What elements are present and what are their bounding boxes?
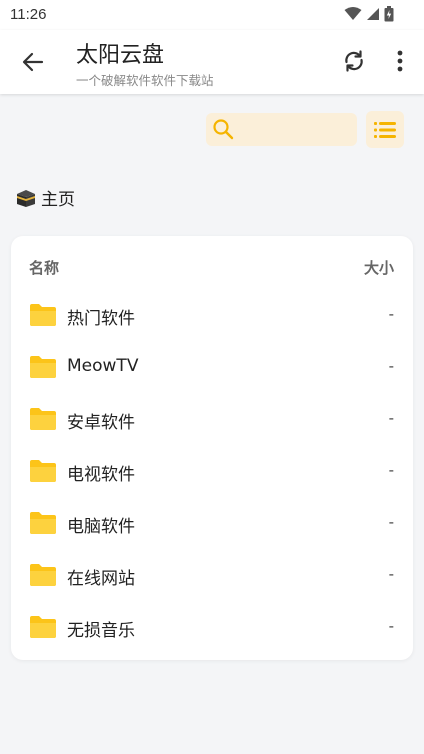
refresh-button[interactable] xyxy=(338,44,370,78)
folder-icon xyxy=(30,512,56,534)
file-size: - xyxy=(388,461,394,479)
battery-icon xyxy=(384,6,394,22)
app-title: 太阳云盘 xyxy=(76,43,165,68)
file-name: 在线网站 xyxy=(67,569,135,589)
back-button[interactable] xyxy=(14,44,52,80)
more-options-button[interactable] xyxy=(386,44,414,78)
more-vertical-icon xyxy=(397,50,403,72)
refresh-icon xyxy=(345,50,363,72)
file-size: - xyxy=(388,357,394,375)
signal-icon xyxy=(367,8,379,20)
status-time: 11:26 xyxy=(10,6,47,23)
status-bar: 11:26 xyxy=(0,0,424,30)
arrow-left-icon xyxy=(22,52,44,72)
file-name: 无损音乐 xyxy=(67,621,135,641)
file-name: 电视软件 xyxy=(67,465,135,485)
app-bar: 太阳云盘 一个破解软件软件下载站 xyxy=(0,30,424,94)
wifi-icon xyxy=(344,7,362,20)
list-item[interactable]: 安卓软件 - xyxy=(11,394,413,446)
list-item[interactable]: 电视软件 - xyxy=(11,446,413,498)
folder-icon xyxy=(30,408,56,430)
file-size: - xyxy=(388,305,394,323)
column-header-size[interactable]: 大小 xyxy=(364,257,394,278)
folder-icon xyxy=(30,616,56,638)
file-name: 安卓软件 xyxy=(67,413,135,433)
folder-icon xyxy=(30,304,56,326)
list-item[interactable]: 热门软件 - xyxy=(11,290,413,342)
file-name: 电脑软件 xyxy=(67,517,135,537)
status-icons xyxy=(344,6,394,22)
file-name: 热门软件 xyxy=(67,309,135,329)
breadcrumb[interactable]: 主页 xyxy=(15,185,75,210)
column-header-name[interactable]: 名称 xyxy=(29,257,59,278)
folder-icon xyxy=(30,356,56,378)
file-name: MeowTV xyxy=(67,356,139,376)
list-item[interactable]: 无损音乐 - xyxy=(11,602,413,654)
search-icon xyxy=(213,119,234,140)
search-input[interactable] xyxy=(240,113,352,146)
search-box xyxy=(206,113,357,146)
file-size: - xyxy=(388,513,394,531)
file-size: - xyxy=(388,617,394,635)
list-item[interactable]: MeowTV - xyxy=(11,342,413,394)
list-item[interactable]: 在线网站 - xyxy=(11,550,413,602)
list-item[interactable]: 电脑软件 - xyxy=(11,498,413,550)
folder-icon xyxy=(30,460,56,482)
list-view-button[interactable] xyxy=(366,111,404,148)
folder-icon xyxy=(30,564,56,586)
app-subtitle: 一个破解软件软件下载站 xyxy=(76,73,214,88)
breadcrumb-home[interactable]: 主页 xyxy=(41,185,75,210)
file-list-card: 名称 大小 热门软件 - MeowTV - 安卓软件 - 电视软件 - 电脑软件… xyxy=(11,236,413,660)
file-size: - xyxy=(388,409,394,427)
kaaba-emoji-icon xyxy=(17,189,35,207)
file-size: - xyxy=(388,565,394,583)
list-icon xyxy=(374,121,396,138)
